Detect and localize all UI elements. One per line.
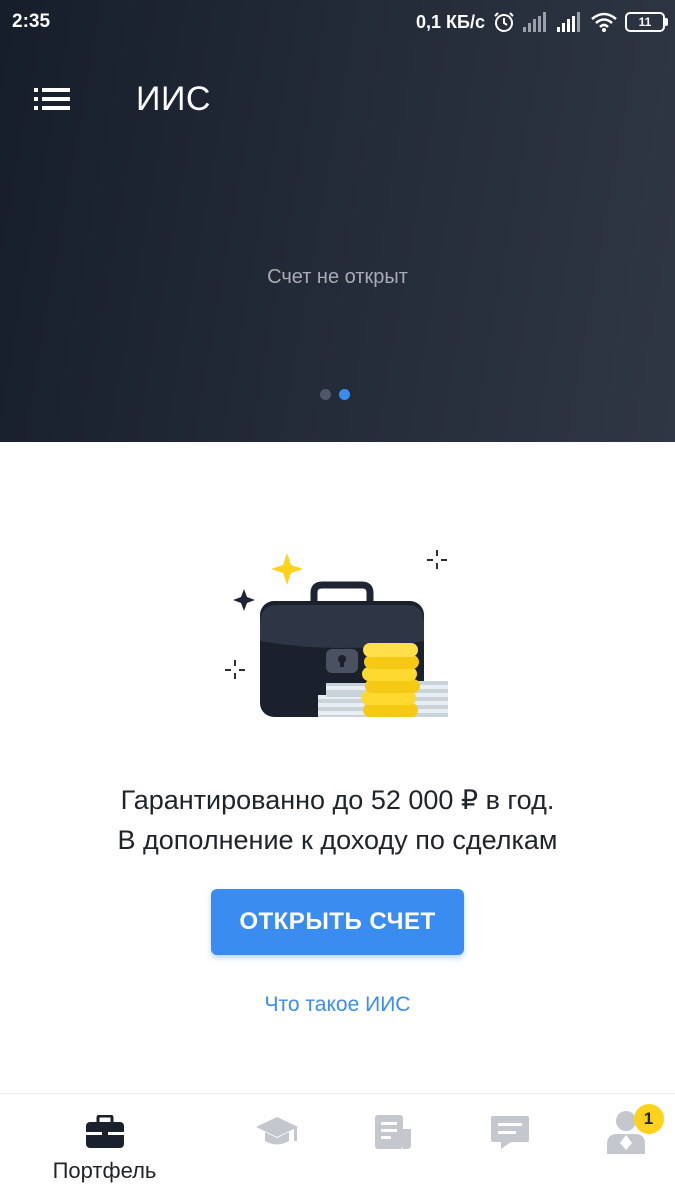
coin-stack: [361, 643, 420, 717]
menu-list-icon[interactable]: [34, 88, 70, 110]
page-title: ИИС: [136, 80, 211, 118]
promo-text: Гарантированно до 52 000 ₽ в год. В допо…: [0, 780, 675, 860]
status-icons: 0,1 КБ/с 11: [416, 10, 668, 34]
status-bar: 2:35 0,1 КБ/с 11: [0, 0, 675, 44]
status-time: 2:35: [12, 11, 51, 32]
battery-level: 11: [638, 15, 652, 29]
chat-icon: [488, 1112, 532, 1152]
graduation-cap-icon: [255, 1112, 299, 1152]
signal-icon: [523, 12, 546, 32]
briefcase-coins-money-illustration: [225, 550, 448, 717]
promo-line-2: В дополнение к доходу по сделкам: [117, 825, 558, 855]
signal-icon: [557, 12, 580, 32]
sparkle-icon: [225, 660, 245, 679]
carousel-dot-active[interactable]: [339, 389, 350, 400]
carousel-indicator[interactable]: [320, 389, 350, 400]
header: 2:35 0,1 КБ/с 11 ИИС Счет не открыт: [0, 0, 675, 442]
sparkle-icon: [271, 553, 303, 585]
tab-chat[interactable]: [442, 1094, 577, 1201]
person-icon: 1: [604, 1104, 664, 1154]
network-speed: 0,1 КБ/с: [416, 11, 485, 32]
tab-news[interactable]: [325, 1094, 460, 1201]
account-status-text: Счет не открыт: [267, 266, 408, 288]
promo-line-1: Гарантированно до 52 000 ₽ в год.: [120, 785, 555, 815]
tab-profile[interactable]: 1: [558, 1094, 675, 1201]
notification-badge: 1: [633, 1104, 664, 1134]
alarm-icon: [494, 12, 514, 32]
tab-portfolio[interactable]: Портфель: [37, 1094, 172, 1201]
bottom-tab-bar: Портфель 1: [0, 1093, 675, 1201]
newspaper-icon: [371, 1112, 415, 1152]
wifi-icon: [591, 12, 617, 32]
tab-portfolio-label: Портфель: [52, 1158, 157, 1183]
open-account-button[interactable]: ОТКРЫТЬ СЧЕТ: [211, 889, 464, 955]
battery-icon: 11: [625, 12, 668, 32]
sparkle-icon: [427, 550, 447, 569]
briefcase-icon: [83, 1112, 127, 1152]
what-is-iis-link[interactable]: Что такое ИИС: [0, 993, 675, 1017]
sparkle-icon: [233, 589, 255, 611]
carousel-dot[interactable]: [320, 389, 331, 400]
tab-learning[interactable]: [209, 1094, 344, 1201]
